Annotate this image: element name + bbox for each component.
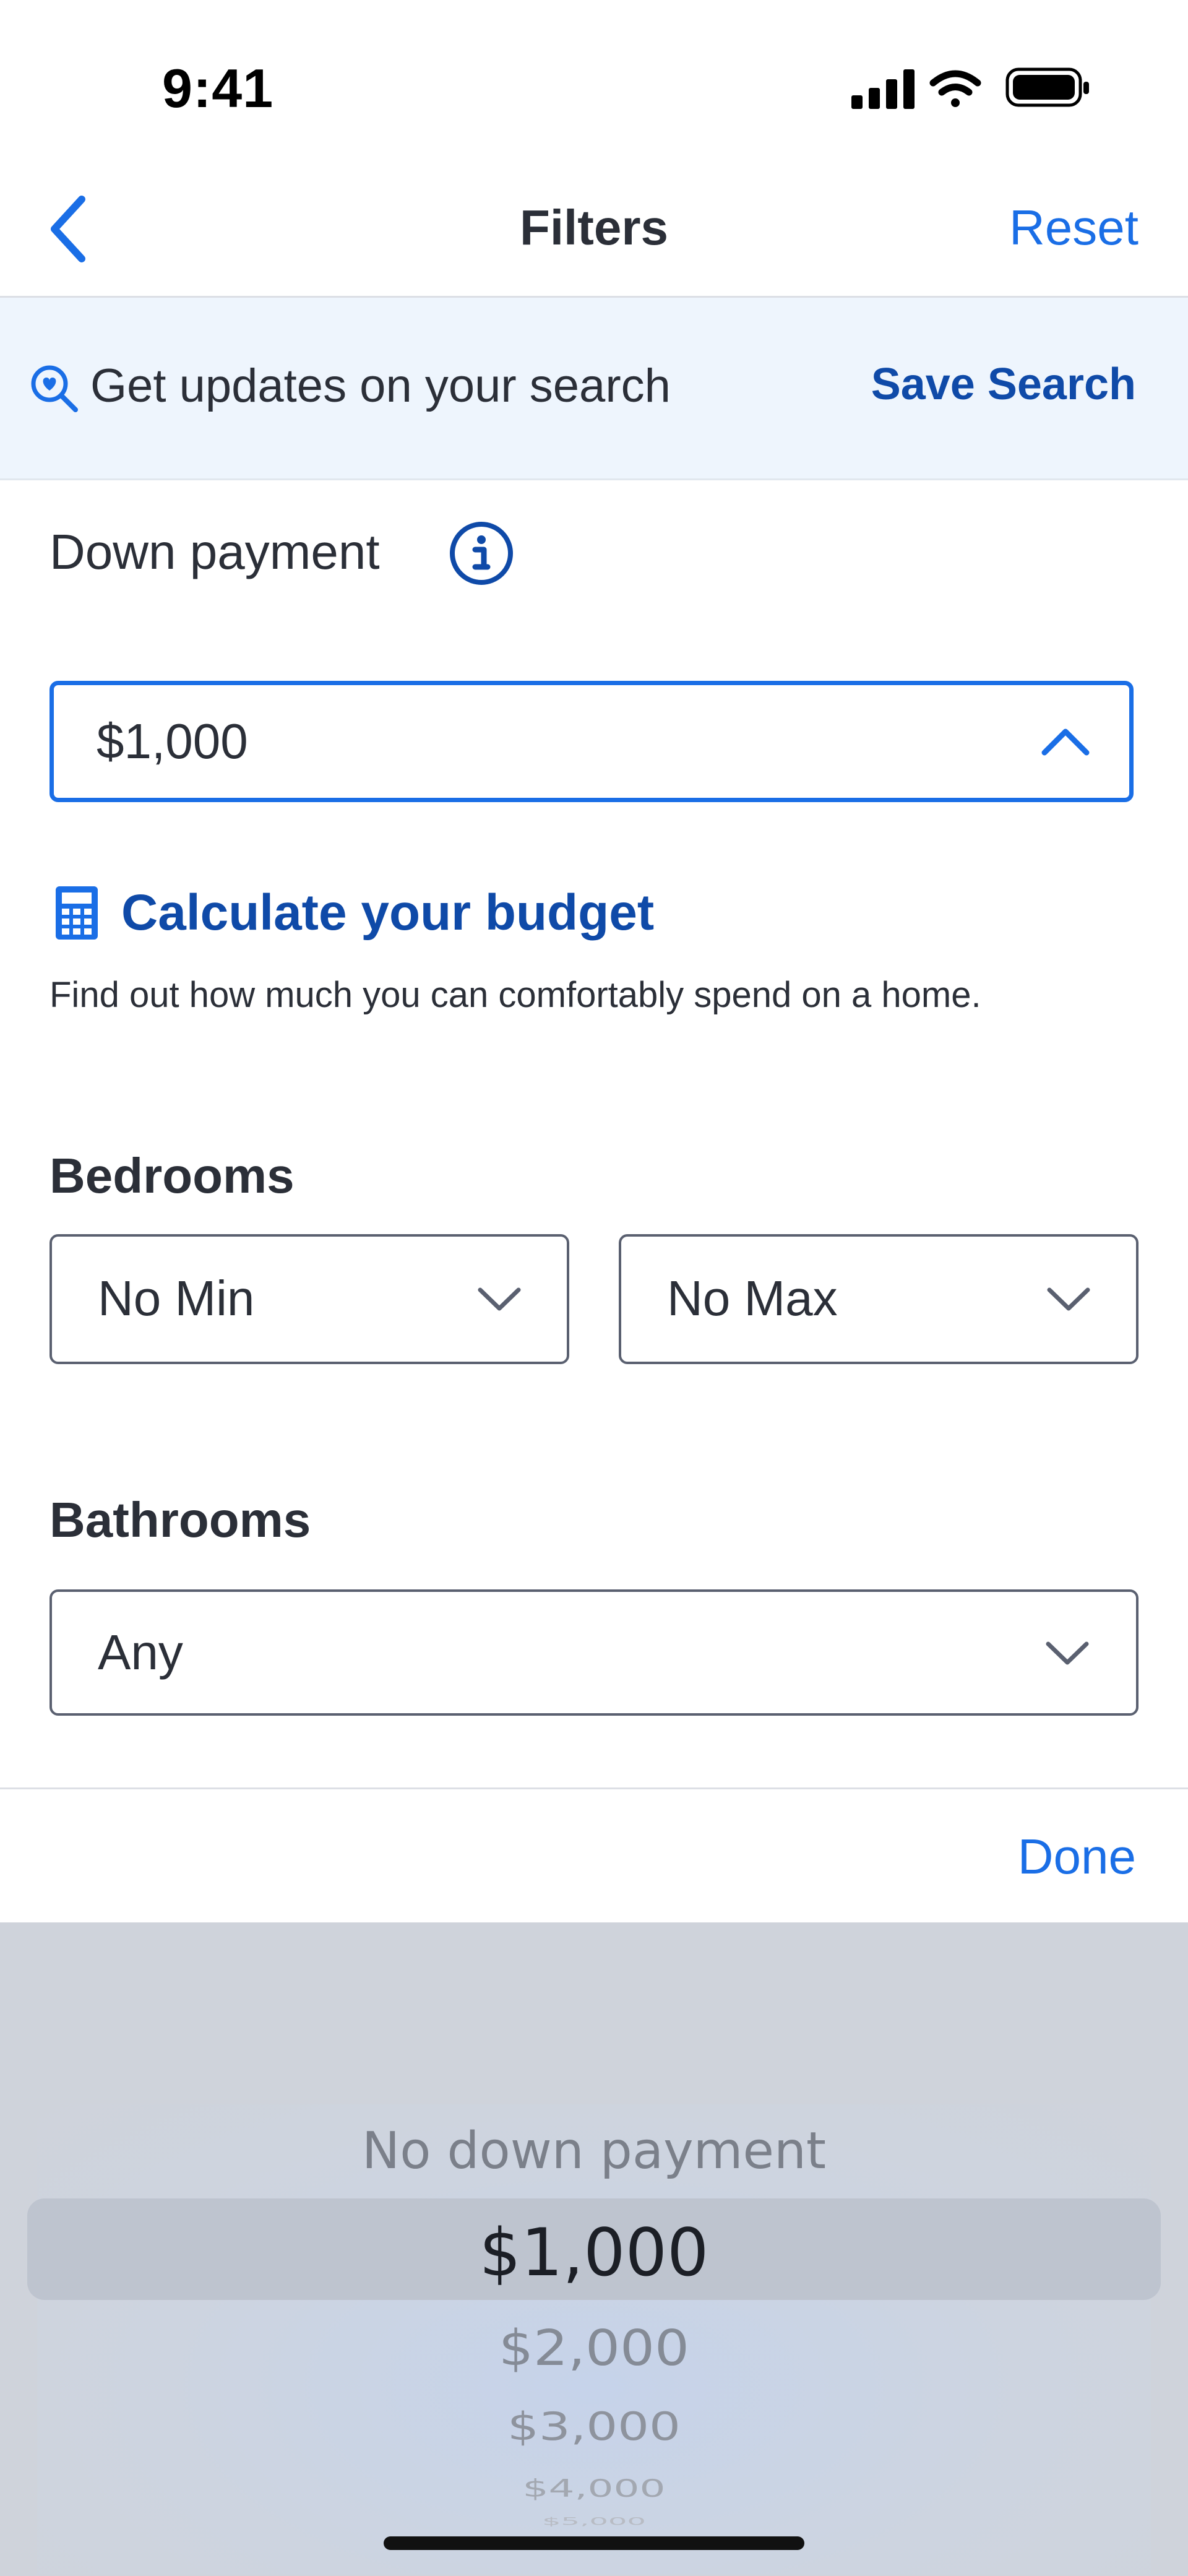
cellular-signal-icon	[851, 69, 915, 109]
bedrooms-min-select[interactable]: No Min	[50, 1234, 569, 1364]
chevron-down-icon	[478, 1287, 521, 1311]
chevron-down-icon	[1046, 1641, 1089, 1665]
chevron-up-icon	[1041, 728, 1090, 756]
bedrooms-min-value: No Min	[98, 1271, 255, 1326]
status-time: 9:41	[162, 58, 274, 119]
picker-option[interactable]: $3,000	[0, 2404, 1188, 2449]
reset-button[interactable]: Reset	[1009, 199, 1138, 256]
calculate-budget-description: Find out how much you can comfortably sp…	[50, 975, 981, 1015]
wifi-icon	[929, 70, 981, 107]
picker-option[interactable]: $5,000	[0, 2515, 1188, 2528]
calculate-budget-link[interactable]: Calculate your budget	[121, 884, 654, 942]
status-icons	[851, 67, 1089, 109]
done-button[interactable]: Done	[1018, 1828, 1136, 1885]
down-payment-value: $1,000	[97, 714, 248, 769]
picker-toolbar-divider	[0, 1787, 1188, 1789]
bedrooms-max-value: No Max	[667, 1271, 838, 1326]
picker-option[interactable]: $4,000	[0, 2474, 1188, 2502]
calculator-icon	[56, 886, 98, 940]
banner-text: Get updates on your search	[90, 360, 671, 412]
chevron-down-icon	[1047, 1287, 1090, 1311]
home-indicator	[384, 2536, 804, 2550]
battery-icon	[1005, 67, 1089, 107]
down-payment-label: Down payment	[50, 524, 380, 579]
picker-option-selected[interactable]: $1,000	[0, 2215, 1188, 2291]
bathrooms-label: Bathrooms	[50, 1492, 311, 1547]
picker-option[interactable]: No down payment	[0, 2122, 1188, 2181]
bathrooms-select[interactable]: Any	[50, 1589, 1138, 1716]
search-heart-icon	[31, 365, 78, 412]
picker-option[interactable]: $2,000	[0, 2319, 1188, 2377]
info-icon[interactable]	[448, 520, 515, 587]
bathrooms-value: Any	[98, 1625, 183, 1680]
bedrooms-max-select[interactable]: No Max	[619, 1234, 1138, 1364]
save-search-button[interactable]: Save Search	[871, 359, 1136, 410]
bedrooms-label: Bedrooms	[50, 1148, 295, 1203]
